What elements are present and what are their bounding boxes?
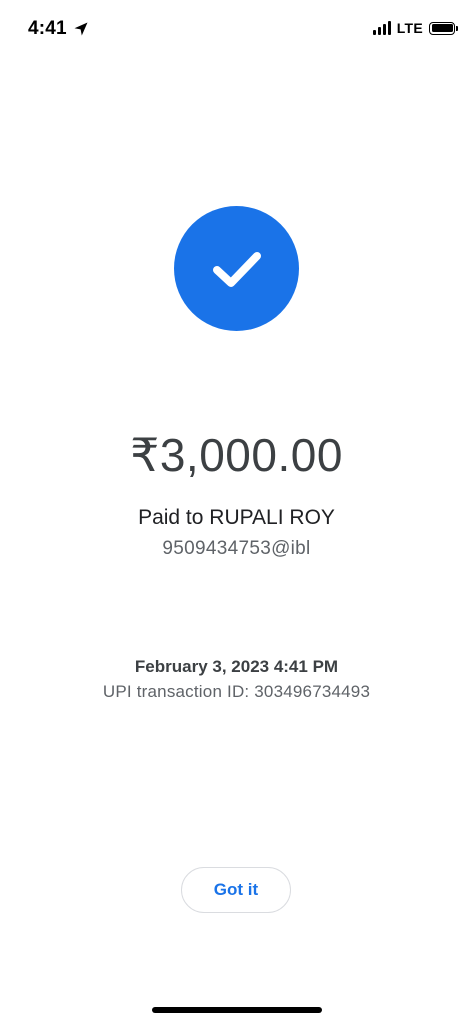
- status-time: 4:41: [28, 18, 89, 40]
- status-bar: 4:41 LTE: [0, 0, 473, 56]
- location-arrow-icon: [73, 21, 89, 37]
- payment-amount: ₹3,000.00: [130, 429, 343, 481]
- transaction-date: February 3, 2023 4:41 PM: [134, 657, 339, 676]
- status-time-label: 4:41: [28, 18, 67, 39]
- payee-name: Paid to RUPALI ROY: [138, 506, 335, 529]
- check-icon: [212, 251, 261, 287]
- home-indicator[interactable]: [152, 1007, 322, 1013]
- status-indicators: LTE: [372, 20, 458, 36]
- transaction-id: UPI transaction ID: 303496734493: [102, 682, 371, 701]
- network-type-label: LTE: [396, 20, 423, 36]
- battery-icon: [429, 21, 458, 35]
- signal-bars-icon: [372, 21, 391, 35]
- payee-upi-id: 9509434753@ibl: [162, 538, 311, 559]
- got-it-button[interactable]: Got it: [181, 867, 291, 913]
- success-badge: [174, 206, 299, 331]
